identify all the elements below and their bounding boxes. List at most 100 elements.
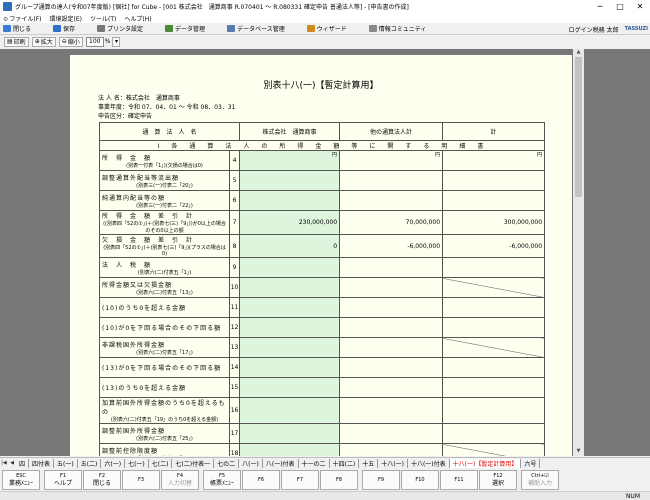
total-amount-cell xyxy=(442,423,546,444)
fkey-f4-button[interactable]: F4 入力切替 xyxy=(161,470,199,490)
tab-10[interactable]: 八(一)付表 xyxy=(263,458,299,468)
fkey-f7-button[interactable]: F7 xyxy=(281,470,319,490)
toolbar-database-button[interactable]: データベース管理 xyxy=(227,24,285,33)
toolbar-wizard-button[interactable]: ウィザード xyxy=(306,24,347,33)
fkey-ctrl-button[interactable]: Ctrl+☑ 補助入力 xyxy=(521,470,559,490)
fkey-label: 帳票ﾒﾆｭｰ xyxy=(209,480,234,487)
tab-6[interactable]: 七(二) xyxy=(149,458,173,468)
close-window-button[interactable]: ✕ xyxy=(630,0,650,13)
row-label-sub: (別表一付表「1」)(欠損の場合は0) xyxy=(126,162,203,169)
tab-16[interactable]: 十八(一)【暫定計算用】 xyxy=(449,458,522,468)
toolbar-printer-settings-button[interactable]: プリンタ設定 xyxy=(97,24,143,33)
tab-17[interactable]: 六号 xyxy=(521,458,541,468)
zoom-input[interactable]: 100 xyxy=(85,36,104,47)
menu-settings[interactable]: 環境設定(E) xyxy=(50,14,82,23)
form-title: 別表十八(一)【暫定計算用】 xyxy=(263,81,379,91)
tab-3[interactable]: 五(二) xyxy=(78,458,102,468)
fkey-f10-button[interactable]: F10 xyxy=(401,470,439,490)
minimize-button[interactable]: ─ xyxy=(590,0,610,13)
zoom-in-button[interactable]: ⊕ 拡大 xyxy=(31,36,56,47)
tab-8[interactable]: 七の二 xyxy=(214,458,240,468)
fkey-esc-button[interactable]: ESC 業務ﾒﾆｭｰ xyxy=(2,470,40,490)
yen-unit: 円 xyxy=(332,152,338,158)
self-amount-cell[interactable] xyxy=(239,423,341,444)
others-amount-cell: 円 xyxy=(339,150,444,171)
table-row: 調整前控除限度額(別表六(二)付表五「31」)18 xyxy=(99,443,546,456)
main-toolbar: 閉じる 保存 プリンタ設定 データ管理 データベース管理 ウィザード 情報コミュ… xyxy=(0,23,650,35)
self-amount: 230,000,000 xyxy=(298,219,338,226)
fkey-f3-button[interactable]: F3 xyxy=(122,470,160,490)
fkey-f9-button[interactable]: F9 xyxy=(362,470,400,490)
row-label-sub: (別表六(二)付表五「17」) xyxy=(136,349,193,356)
maximize-button[interactable]: □ xyxy=(610,0,630,13)
tab-9[interactable]: 八(一) xyxy=(239,458,263,468)
zoom-out-button[interactable]: ⊖ 縮小 xyxy=(58,36,83,47)
row-number: 15 xyxy=(228,377,241,398)
fkey-f5-button[interactable]: F5 帳票ﾒﾆｭｰ xyxy=(203,470,241,490)
tab-first-icon[interactable]: |◀ xyxy=(0,460,8,466)
menu-tools[interactable]: ツール(T) xyxy=(90,14,116,23)
self-amount-cell[interactable] xyxy=(239,397,341,424)
toolbar-close-button[interactable]: 閉じる xyxy=(3,24,31,33)
tab-15[interactable]: 十八(一)付表 xyxy=(408,458,450,468)
fkey-f11-button[interactable]: F11 xyxy=(440,470,478,490)
row-number: 6 xyxy=(228,190,241,211)
scrollbar-thumb[interactable] xyxy=(575,57,582,197)
row-label-main: (13)のうち0を超える金額 xyxy=(102,385,186,392)
fkey-f8-button[interactable]: F8 xyxy=(320,470,358,490)
tab-11[interactable]: 十一の二 xyxy=(299,458,330,468)
self-amount-cell[interactable] xyxy=(239,443,341,456)
brand-logo: TASSUZI xyxy=(624,26,648,32)
table-row: 純通算内配当等の額 (別表三(一)付表二「22」) 6 xyxy=(99,190,546,211)
row-label-sub: (別表六(二)付表五「13」) xyxy=(136,289,193,296)
self-amount-cell[interactable] xyxy=(239,317,341,338)
scroll-down-icon[interactable]: ▼ xyxy=(573,448,584,456)
menu-help[interactable]: ヘルプ(H) xyxy=(124,14,151,23)
tab-0[interactable]: 四 xyxy=(16,458,30,468)
toolbar-save-button[interactable]: 保存 xyxy=(53,24,75,33)
fkey-code: F6 xyxy=(257,476,265,483)
toolbar-community-button[interactable]: 情報コミュニティ xyxy=(368,24,426,33)
total-amount-cell xyxy=(442,277,546,298)
menu-file[interactable]: ⚙ファイル(F) xyxy=(3,14,42,23)
fkey-f12-button[interactable]: F12 選択 xyxy=(479,470,517,490)
self-amount-cell[interactable]: 230,000,000 xyxy=(239,210,341,235)
print-button[interactable]: ▤ 印刷 xyxy=(4,36,29,47)
self-amount-cell[interactable] xyxy=(239,277,341,298)
tab-13[interactable]: 十五 xyxy=(359,458,379,468)
fkey-f6-button[interactable]: F6 xyxy=(242,470,280,490)
tab-4[interactable]: 六(一) xyxy=(101,458,126,468)
self-amount-cell[interactable] xyxy=(239,190,341,211)
zoom-dropdown-button[interactable]: ▾ xyxy=(112,36,121,47)
tab-7[interactable]: 七(二)付表一 xyxy=(172,458,215,468)
tab-1[interactable]: 四付表 xyxy=(29,458,55,468)
row-label: 所 得 金 額 (別表一付表「1」)(欠損の場合は0) xyxy=(99,150,230,171)
fkey-f1-button[interactable]: F1 ヘルプ xyxy=(44,470,82,490)
others-amount: 70,000,000 xyxy=(405,219,441,226)
table-row: 法 人 税 額 (別表六(二)付表五「1」) 9 xyxy=(99,257,546,278)
self-amount-cell[interactable] xyxy=(239,337,341,358)
fkey-code: F4 xyxy=(176,473,184,479)
form-table: 通 算 法 人 名 株式会社 通算商事 他の通算法人計 計 I 各 通 算 法 … xyxy=(98,122,546,456)
toolbar-data-manage-button[interactable]: データ管理 xyxy=(165,24,205,33)
self-amount-cell[interactable] xyxy=(239,170,341,191)
vertical-scrollbar[interactable]: ▲ ▼ xyxy=(573,49,584,456)
self-amount-cell[interactable] xyxy=(239,257,341,278)
tab-12[interactable]: 十四(二) xyxy=(330,458,360,468)
fkey-f2-button[interactable]: F2 閉じる xyxy=(83,470,121,490)
total-amount-cell xyxy=(442,257,546,278)
self-amount-cell[interactable]: 円 xyxy=(239,150,341,171)
tab-prev-icon[interactable]: ◀ xyxy=(8,460,16,466)
self-amount-cell[interactable] xyxy=(239,377,341,398)
document-area: 別表十八(一)【暫定計算用】 法 人 名：株式会社 通算商事 事業年度：令和 0… xyxy=(0,49,650,456)
row-label: (13)のうち0を超える金額 xyxy=(99,377,230,398)
self-amount-cell[interactable] xyxy=(239,357,341,378)
self-amount-cell[interactable]: 0 xyxy=(239,234,341,258)
tab-2[interactable]: 五(一) xyxy=(54,458,78,468)
tab-5[interactable]: 七(一) xyxy=(125,458,149,468)
self-amount-cell[interactable] xyxy=(239,297,341,318)
row-label-main: 調整前国外所得金額 xyxy=(102,427,166,435)
scroll-up-icon[interactable]: ▲ xyxy=(573,49,584,57)
tab-14[interactable]: 十八(一) xyxy=(378,458,408,468)
row-label-sub: ((別表四「52の①」)＋(別表七(三)「9」))が0以上の場合のその0以上の額 xyxy=(103,221,226,234)
